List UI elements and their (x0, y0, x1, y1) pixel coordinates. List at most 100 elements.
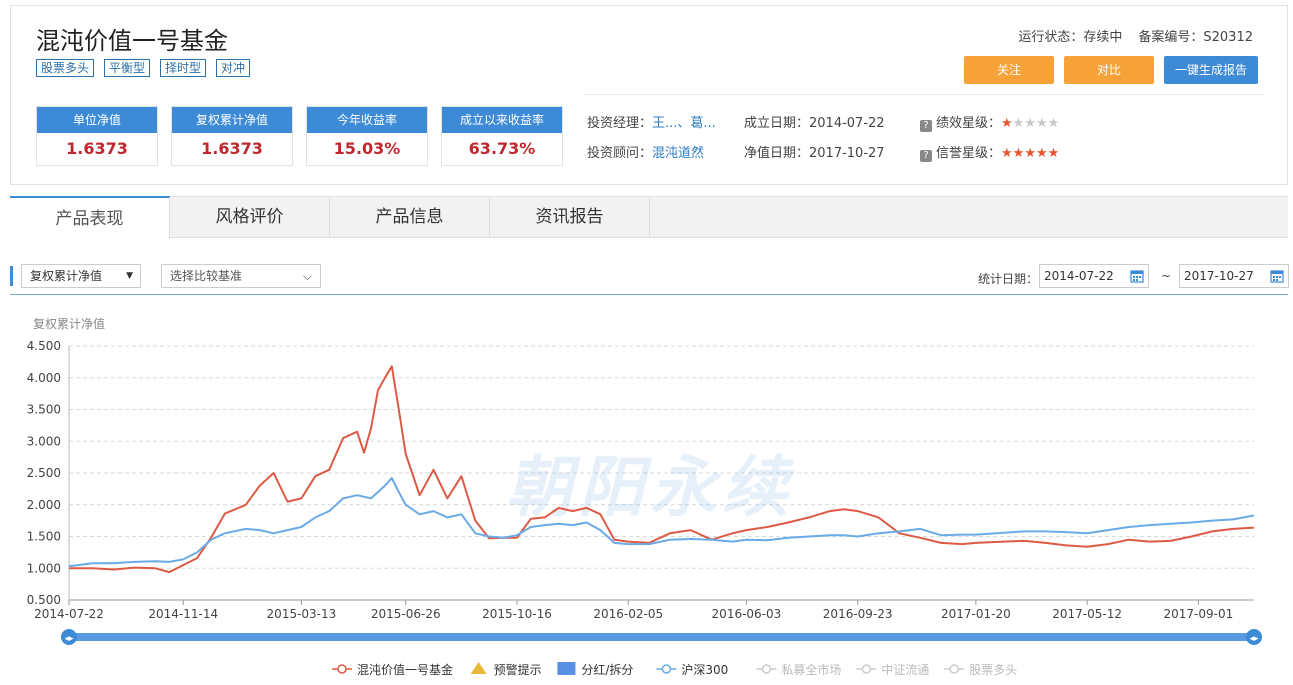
chart-toolbar: 复权累计净值 ▼ 选择比较基准 ⌵ 统计日期： 2014-07-22 ~ 201… (10, 258, 1289, 295)
x-tick-label: 2017-05-12 (1052, 607, 1122, 621)
advisor-link[interactable]: 混沌道然 (652, 146, 704, 161)
legend-label: 沪深300 (681, 663, 728, 677)
y-tick-label: 2.000 (27, 498, 61, 512)
legend-item[interactable]: 私募全市场 (756, 662, 841, 677)
metric-select[interactable]: 复权累计净值 ▼ (21, 264, 141, 288)
date-range-label: 统计日期： (978, 272, 1039, 286)
metric-select-value: 复权累计净值 (30, 269, 103, 283)
status-value: 存续中 (1083, 30, 1123, 45)
found-date-value: 2014-07-22 (809, 116, 885, 131)
tab-bar: 产品表现 风格评价 产品信息 资讯报告 (10, 196, 1288, 239)
follow-button[interactable]: 关注 (964, 56, 1054, 84)
legend-label: 混沌价值一号基金 (357, 662, 453, 677)
advisor-row: 投资顾问：混沌道然 (587, 142, 704, 161)
x-tick-label: 2014-07-22 (34, 607, 104, 621)
legend-item[interactable]: 中证流通 (856, 662, 929, 677)
benchmark-select[interactable]: 选择比较基准 ⌵ (161, 264, 321, 288)
stat-value: 63.73% (468, 139, 536, 158)
start-date-value: 2014-07-22 (1044, 269, 1114, 283)
legend-circle-icon (949, 664, 959, 674)
legend-item[interactable]: 混沌价值一号基金 (332, 662, 453, 677)
dividend-square-icon (557, 662, 576, 675)
legend-label: 私募全市场 (781, 662, 841, 677)
found-date-label: 成立日期： (744, 116, 810, 131)
status-line: 运行状态：存续中 备案编号：S20312 (1018, 26, 1253, 45)
advisor-label: 投资顾问： (587, 146, 653, 161)
chevron-down-icon: ⌵ (302, 269, 312, 283)
legend-circle-icon (861, 664, 872, 674)
legend-item[interactable]: 分红/拆分 (557, 662, 633, 677)
tab-style-evaluation[interactable]: 风格评价 (170, 196, 330, 238)
star-empty-icon: ★ (1024, 116, 1036, 131)
nav-date-value: 2017-10-27 (809, 146, 885, 161)
stat-value: 1.6373 (201, 139, 263, 158)
range-slider-track[interactable] (69, 633, 1254, 641)
caret-down-icon: ▼ (126, 271, 133, 281)
nav-line-chart: 复权累计净值 4.500 4.000 3.500 3.000 2.500 2.000 1.5… (27, 316, 1262, 645)
calendar-icon[interactable] (1130, 269, 1144, 283)
range-slider[interactable]: ◂▸ ◂▸ (61, 629, 1262, 645)
credit-rating-label: 信誉星级： (936, 146, 1002, 161)
tab-product-info[interactable]: 产品信息 (330, 196, 490, 238)
x-tick-label: 2015-10-16 (482, 607, 552, 621)
x-tick-label: 2017-01-20 (941, 607, 1011, 621)
star-empty-icon: ★ (1012, 116, 1025, 131)
legend-label: 预警提示 (494, 662, 542, 677)
y-tick-label: 2.500 (27, 466, 61, 480)
x-tick-label: 2016-09-23 (823, 607, 893, 621)
end-date-input[interactable]: 2017-10-27 (1179, 264, 1289, 288)
benchmark-select-value: 选择比较基准 (170, 269, 243, 283)
tag-balanced[interactable]: 平衡型 (104, 59, 151, 77)
found-date-row: 成立日期：2014-07-22 (744, 112, 885, 131)
stat-value: 1.6373 (66, 139, 128, 158)
handle-arrows-icon: ◂▸ (1249, 634, 1259, 644)
legend-item[interactable]: 沪深300 (656, 663, 728, 677)
stat-cumulative-nav: 复权累计净值 1.6373 (171, 106, 293, 166)
star-empty-icon: ★ (1047, 116, 1060, 131)
star-filled-icon: ★ (1001, 146, 1013, 161)
legend-label: 中证流通 (881, 662, 929, 677)
manager-link[interactable]: 王...、葛... (652, 116, 716, 131)
stat-label: 今年收益率 (307, 107, 427, 133)
star-empty-icon: ★ (1035, 116, 1048, 131)
manager-label: 投资经理： (587, 116, 653, 131)
stat-label: 复权累计净值 (172, 107, 292, 133)
legend-circle-icon (661, 664, 672, 674)
start-date-input[interactable]: 2014-07-22 (1039, 264, 1149, 288)
fund-title: 混沌价值一号基金 (36, 27, 228, 55)
handle-arrows-icon: ◂▸ (64, 634, 74, 644)
warning-triangle-icon (470, 662, 487, 674)
fund-tags: 股票多头 平衡型 择时型 对冲 (36, 59, 251, 77)
perf-rating-label: 绩效星级： (936, 116, 1002, 131)
date-range-separator: ~ (1161, 269, 1172, 283)
stat-label: 单位净值 (37, 107, 157, 133)
tag-hedge[interactable]: 对冲 (216, 59, 251, 77)
star-filled-icon: ★ (1035, 146, 1048, 161)
tab-performance[interactable]: 产品表现 (10, 196, 170, 239)
question-icon[interactable]: ? (920, 120, 932, 132)
legend-item[interactable]: 预警提示 (470, 662, 542, 677)
perf-rating-row: ? 绩效星级：★★★★★ (920, 112, 1059, 132)
tag-timing[interactable]: 择时型 (160, 59, 207, 77)
x-tick-label: 2017-09-01 (1164, 607, 1234, 621)
tab-news-reports[interactable]: 资讯报告 (490, 196, 650, 238)
y-axis-ticks: 4.500 4.000 3.500 3.000 2.500 2.000 1.500 1.000… (27, 339, 61, 607)
x-tick-label: 2016-02-05 (593, 607, 663, 621)
calendar-icon[interactable] (1270, 269, 1284, 283)
y-tick-label: 4.000 (27, 371, 61, 385)
compare-button[interactable]: 对比 (1064, 56, 1154, 84)
generate-report-button[interactable]: 一键生成报告 (1164, 56, 1258, 84)
x-tick-label: 2016-06-03 (712, 607, 782, 621)
legend-label: 股票多头 (969, 663, 1017, 677)
y-tick-label: 1.000 (27, 561, 61, 575)
x-tick-label: 2015-03-13 (267, 607, 337, 621)
legend-item[interactable]: 股票多头 (944, 663, 1017, 677)
question-icon[interactable]: ? (920, 150, 932, 162)
nav-date-row: 净值日期：2017-10-27 (744, 142, 885, 161)
legend-circle-icon (761, 664, 772, 674)
y-tick-label: 0.500 (27, 593, 61, 607)
y-tick-label: 3.000 (27, 434, 61, 448)
star-filled-icon: ★ (1012, 146, 1025, 161)
tag-stock-long[interactable]: 股票多头 (36, 59, 95, 77)
credit-rating-row: ? 信誉星级：★★★★★ (920, 142, 1059, 162)
